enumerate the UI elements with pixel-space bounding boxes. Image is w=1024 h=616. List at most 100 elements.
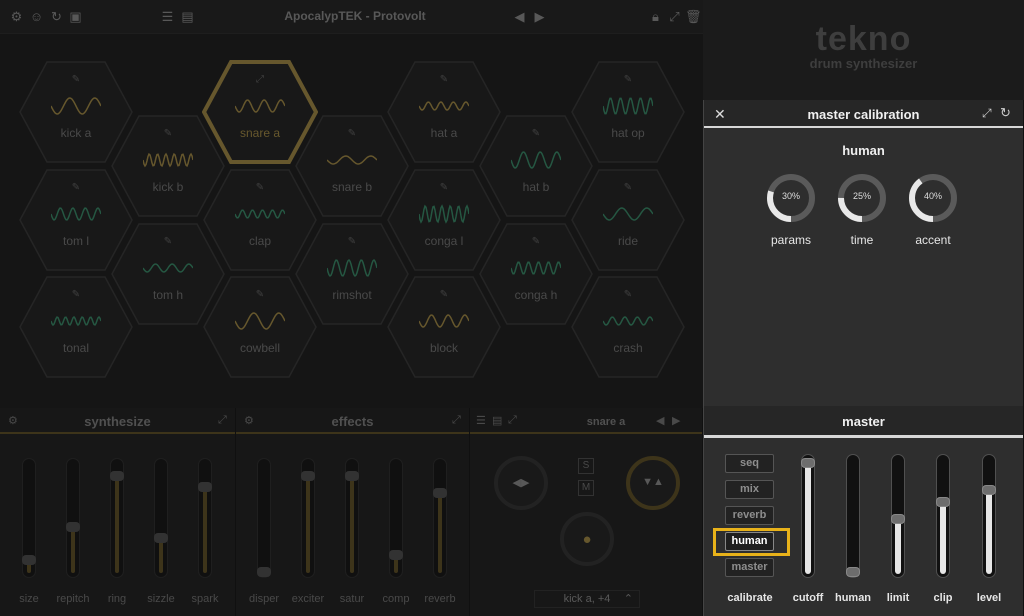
synthesize-title: synthesize: [84, 414, 151, 429]
synthesize-slider-repitch[interactable]: [66, 458, 80, 578]
pencil-icon[interactable]: ✎: [254, 182, 266, 194]
synthesize-slider-size[interactable]: [22, 458, 36, 578]
calibrate-master-button[interactable]: master: [725, 558, 774, 577]
save-disk-icon[interactable]: ▣: [68, 9, 83, 24]
master-slider-human[interactable]: [846, 454, 860, 578]
gear-icon[interactable]: ⚙: [9, 9, 24, 24]
slider-handle[interactable]: [198, 482, 212, 492]
pencil-icon[interactable]: ✎: [438, 182, 450, 194]
pencil-icon[interactable]: ✎: [438, 289, 450, 301]
synthesize-slider-spark[interactable]: [198, 458, 212, 578]
synthesize-slider-label: repitch: [56, 593, 90, 605]
pencil-icon[interactable]: ✎: [622, 74, 634, 86]
pencil-icon[interactable]: ✎: [70, 289, 82, 301]
pencil-icon[interactable]: ✎: [162, 128, 174, 140]
pattern-select[interactable]: kick a, +4 ⌃: [534, 590, 640, 608]
pad-label: block: [429, 341, 458, 355]
velocity-knob[interactable]: ▼▲: [626, 456, 680, 510]
slider-handle[interactable]: [389, 550, 403, 560]
pad-cowbell[interactable]: ✎ cowbell: [202, 275, 318, 379]
slider-handle[interactable]: [433, 488, 447, 498]
prev-arrow-icon[interactable]: ◀: [656, 414, 664, 427]
pad-crash[interactable]: ✎ crash: [570, 275, 686, 379]
reset-icon[interactable]: ↻: [1000, 105, 1011, 121]
waveform: [419, 204, 469, 224]
list-icon[interactable]: ☰: [160, 9, 175, 24]
pencil-icon[interactable]: ✎: [530, 128, 542, 140]
slider-handle[interactable]: [301, 471, 315, 481]
left-right-arrows-icon: ◀▶: [512, 477, 530, 489]
expand-icon[interactable]: ⤢: [667, 9, 682, 24]
save-icon[interactable]: ▤: [180, 9, 195, 24]
app-window: ⚙ ☺ ↻ ▣ ☰ ▤ ApocalypTEK - Protovolt ◀ ▶ …: [0, 0, 1024, 616]
synthesize-slider-label: spark: [191, 593, 219, 605]
synthesize-slider-sizzle[interactable]: [154, 458, 168, 578]
list-icon[interactable]: ☰: [476, 414, 486, 427]
synthesize-slider-ring[interactable]: [110, 458, 124, 578]
effects-slider-reverb[interactable]: [433, 458, 447, 578]
master-slider-clip[interactable]: [936, 454, 950, 578]
slider-handle[interactable]: [801, 458, 815, 468]
master-calibration-panel: ✕ master calibration ⤢ ↻ human 30% params…: [703, 100, 1023, 406]
effects-slider-disper[interactable]: [257, 458, 271, 578]
expand-icon[interactable]: ⤢: [218, 414, 227, 427]
master-slider-cutoff[interactable]: [801, 454, 815, 578]
knob-accent[interactable]: 40%: [907, 172, 959, 224]
effects-slider-comp[interactable]: [389, 458, 403, 578]
waveform: [511, 151, 561, 169]
calibrate-reverb-button[interactable]: reverb: [725, 506, 774, 525]
master-slider-limit[interactable]: [891, 454, 905, 578]
save-icon[interactable]: ▤: [492, 414, 502, 427]
pencil-icon[interactable]: ✎: [346, 236, 358, 248]
pencil-icon[interactable]: ✎: [70, 74, 82, 86]
knob-label: accent: [915, 233, 951, 247]
master-slider-level[interactable]: [982, 454, 996, 578]
slider-handle[interactable]: [891, 514, 905, 524]
slider-handle[interactable]: [936, 497, 950, 507]
waveform: [235, 99, 285, 113]
pencil-icon[interactable]: ✎: [622, 182, 634, 194]
pencil-icon[interactable]: ✎: [530, 236, 542, 248]
next-arrow-icon[interactable]: ▶: [532, 9, 547, 24]
effects-slider-exciter[interactable]: [301, 458, 315, 578]
expand-icon[interactable]: ⤢: [452, 414, 461, 427]
pitch-knob[interactable]: ◀▶: [494, 456, 548, 510]
mute-button[interactable]: M: [578, 480, 594, 496]
knob-params[interactable]: 30%: [765, 172, 817, 224]
effects-slider-satur[interactable]: [345, 458, 359, 578]
calibrate-seq-button[interactable]: seq: [725, 454, 774, 473]
slider-handle[interactable]: [66, 522, 80, 532]
pencil-icon[interactable]: ✎: [254, 289, 266, 301]
slider-handle[interactable]: [22, 555, 36, 565]
preset-name[interactable]: ApocalypTEK - Protovolt: [240, 9, 470, 23]
expand-icon[interactable]: ⤢: [982, 106, 992, 121]
trash-icon[interactable]: 🗑︎: [685, 9, 702, 24]
slider-handle[interactable]: [110, 471, 124, 481]
pencil-icon[interactable]: ✎: [346, 128, 358, 140]
slider-handle[interactable]: [846, 567, 860, 577]
prev-arrow-icon[interactable]: ◀: [512, 9, 527, 24]
rubber-duck-button[interactable]: ●: [560, 512, 614, 566]
next-arrow-icon[interactable]: ▶: [672, 414, 680, 427]
slider-handle[interactable]: [982, 485, 996, 495]
pencil-icon[interactable]: ✎: [438, 74, 450, 86]
calibrate-mix-button[interactable]: mix: [725, 480, 774, 499]
pad-tonal[interactable]: ✎ tonal: [18, 275, 134, 379]
solo-button[interactable]: S: [578, 458, 594, 474]
lock-icon[interactable]: 🔒︎: [648, 9, 663, 24]
pencil-icon[interactable]: ✎: [622, 289, 634, 301]
knob-time[interactable]: 25%: [836, 172, 888, 224]
waveform: [603, 97, 653, 115]
pencil-icon[interactable]: ✎: [162, 236, 174, 248]
slider-handle[interactable]: [345, 471, 359, 481]
pad-block[interactable]: ✎ block: [386, 275, 502, 379]
expand-icon[interactable]: ⤢: [254, 74, 266, 86]
reset-icon[interactable]: ↻: [49, 9, 64, 24]
main-area-dimmed: ⚙ ☺ ↻ ▣ ☰ ▤ ApocalypTEK - Protovolt ◀ ▶ …: [0, 0, 703, 616]
calibration-header: ✕ master calibration ⤢ ↻: [704, 100, 1023, 128]
slider-handle[interactable]: [257, 567, 271, 577]
smiley-icon[interactable]: ☺: [29, 9, 44, 24]
pencil-icon[interactable]: ✎: [70, 182, 82, 194]
slider-handle[interactable]: [154, 533, 168, 543]
slider-fill: [986, 487, 992, 574]
